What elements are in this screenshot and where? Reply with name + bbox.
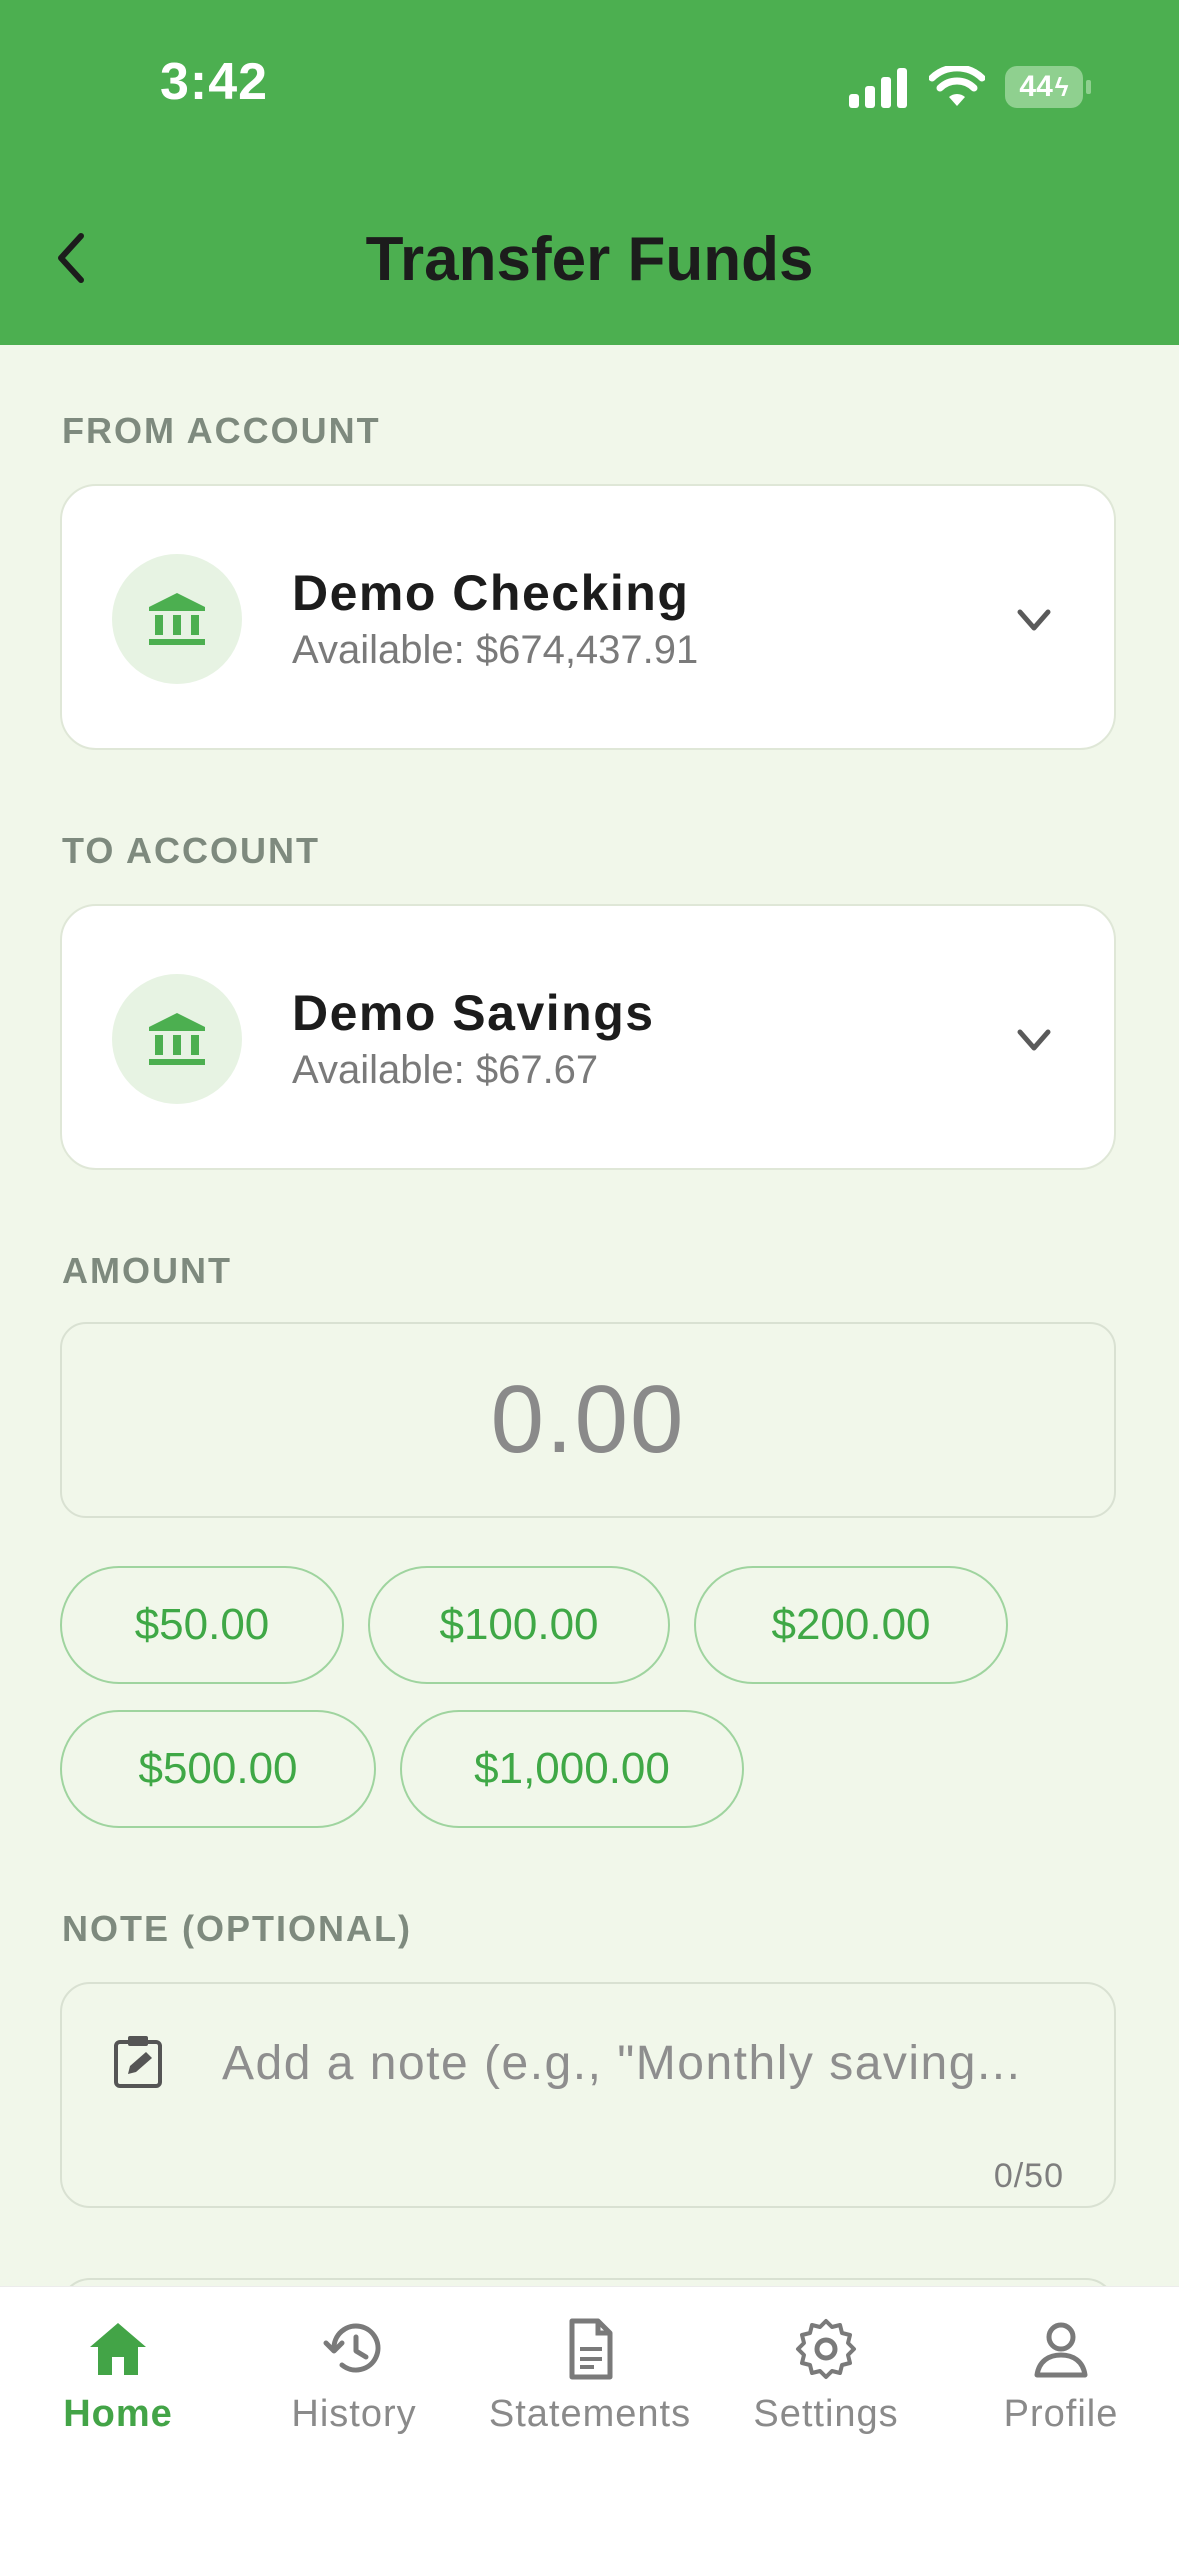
chevron-down-icon — [1017, 1029, 1051, 1051]
bank-icon — [149, 1013, 205, 1065]
note-placeholder: Add a note (e.g., "Monthly saving... — [222, 2037, 1022, 2090]
signal-icon — [849, 68, 907, 108]
note-label: NOTE (OPTIONAL) — [62, 1908, 412, 1949]
from-account-selector[interactable]: Demo Checking Available: $674,437.91 — [60, 484, 1116, 750]
from-account-label: FROM ACCOUNT — [62, 410, 381, 451]
from-account-available: Available: $674,437.91 — [292, 628, 699, 672]
nav-profile-label: Profile — [1003, 2393, 1119, 2435]
bank-icon-badge — [112, 974, 242, 1104]
nav-history-label: History — [291, 2393, 417, 2435]
from-account-name: Demo Checking — [292, 565, 690, 621]
to-account-selector[interactable]: Demo Savings Available: $67.67 — [60, 904, 1116, 1170]
nav-settings-label: Settings — [753, 2393, 899, 2435]
app-header: 3:42 44 ϟ Transfer Funds — [0, 0, 1179, 345]
chevron-down-icon — [1017, 609, 1051, 631]
gear-icon — [796, 2319, 856, 2379]
amount-label: AMOUNT — [62, 1250, 232, 1291]
note-character-counter: 0/50 — [993, 2157, 1064, 2195]
quick-amount-500[interactable]: $500.00 — [60, 1710, 376, 1828]
battery-level: 44 — [1019, 70, 1053, 103]
to-account-available: Available: $67.67 — [292, 1048, 599, 1092]
status-icons: 44 ϟ — [847, 60, 1091, 114]
quick-amount-100[interactable]: $100.00 — [368, 1566, 670, 1684]
nav-history[interactable]: History — [236, 2317, 472, 2447]
bank-icon-badge — [112, 554, 242, 684]
nav-statements[interactable]: Statements — [472, 2317, 708, 2447]
battery-indicator: 44 ϟ — [1005, 66, 1091, 108]
amount-input[interactable]: 0.00 — [60, 1322, 1116, 1518]
wifi-icon — [929, 66, 985, 106]
document-icon — [569, 2318, 613, 2380]
quick-amount-50[interactable]: $50.00 — [60, 1566, 344, 1684]
edit-note-icon — [114, 2036, 162, 2088]
nav-statements-label: Statements — [488, 2393, 692, 2435]
charging-icon: ϟ — [1054, 71, 1069, 102]
amount-value: 0.00 — [490, 1366, 686, 1473]
bottom-navigation: Home History Statements Settings Profile — [0, 2286, 1179, 2557]
to-account-name: Demo Savings — [292, 985, 655, 1041]
history-icon — [323, 2323, 381, 2373]
quick-amount-1000[interactable]: $1,000.00 — [400, 1710, 744, 1828]
status-time: 3:42 — [160, 53, 269, 111]
home-icon — [90, 2323, 146, 2375]
to-account-label: TO ACCOUNT — [62, 830, 320, 871]
nav-settings[interactable]: Settings — [708, 2317, 944, 2447]
person-icon — [1034, 2322, 1088, 2378]
nav-home-label: Home — [63, 2393, 173, 2435]
bank-icon — [149, 593, 205, 645]
nav-home[interactable]: Home — [0, 2317, 236, 2447]
page-title: Transfer Funds — [365, 225, 814, 294]
note-input[interactable]: Add a note (e.g., "Monthly saving... 0/5… — [60, 1982, 1116, 2208]
quick-amount-200[interactable]: $200.00 — [694, 1566, 1008, 1684]
nav-profile[interactable]: Profile — [943, 2317, 1179, 2447]
